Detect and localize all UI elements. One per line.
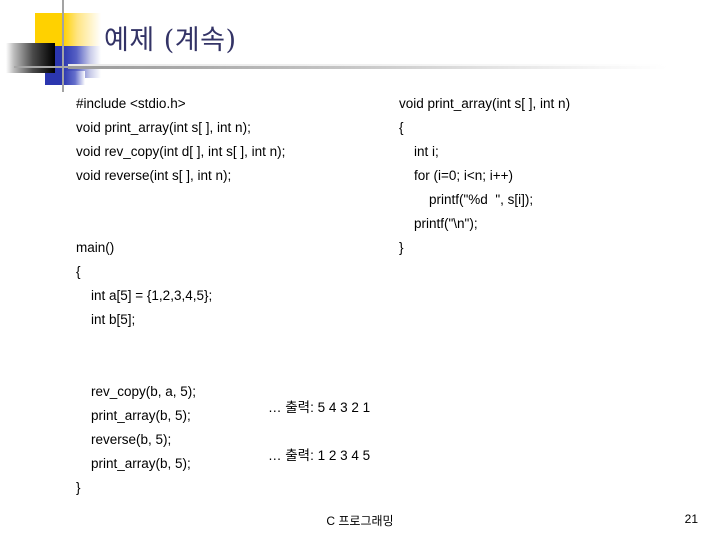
logo-blue-square — [45, 46, 63, 78]
code-right-line: for (i=0; i<n; i++) — [399, 168, 514, 183]
logo-blue-gradient — [63, 46, 101, 78]
code-left-line — [76, 332, 285, 356]
page-number: 21 — [684, 512, 698, 526]
logo-blue-square-lower — [45, 71, 63, 85]
code-left-line: #include <stdio.h> — [76, 96, 186, 111]
code-left-line — [76, 212, 285, 236]
code-left-line: void rev_copy(int d[ ], int s[ ], int n)… — [76, 144, 286, 159]
logo-vertical-rule — [62, 0, 64, 92]
code-right-line: int i; — [399, 144, 439, 159]
code-left-line — [76, 356, 285, 380]
code-right-line: printf("%d ", s[i]); — [399, 192, 534, 207]
code-left-line: reverse(b, 5); — [76, 432, 172, 447]
logo-yellow-square — [35, 13, 63, 46]
code-right-line: void print_array(int s[ ], int n) — [399, 96, 571, 111]
code-left-line: { — [76, 264, 81, 279]
code-left-line: int a[5] = {1,2,3,4,5}; — [76, 288, 213, 303]
code-left-line: print_array(b, 5); — [76, 456, 191, 471]
code-left-line: print_array(b, 5); — [76, 408, 191, 423]
code-right-line: { — [399, 120, 404, 135]
code-left-line — [76, 188, 285, 212]
title-underline — [68, 66, 668, 69]
page-title: 예제 (계속) — [104, 25, 237, 56]
code-left-line: int b[5]; — [76, 312, 136, 327]
code-left-line: void reverse(int s[ ], int n); — [76, 168, 232, 183]
code-left-line: rev_copy(b, a, 5); — [76, 384, 197, 399]
code-block-left: #include <stdio.h> void print_array(int s… — [76, 92, 285, 500]
code-block-right: void print_array(int s[ ], int n) { int i… — [399, 92, 570, 260]
code-left-line: } — [76, 480, 81, 495]
code-right-line: } — [399, 240, 404, 255]
code-left-line: void print_array(int s[ ], int n); — [76, 120, 251, 135]
decorative-logo — [0, 0, 120, 95]
slide-canvas: 예제 (계속) #include <stdio.h> void print_arr… — [0, 0, 720, 540]
output-annotation-second: … 출력: 1 2 3 4 5 — [268, 448, 371, 463]
logo-yellow-gradient — [63, 13, 101, 46]
logo-blue-lower-gradient — [63, 71, 85, 85]
footer-text: C 프로그래밍 — [326, 514, 394, 528]
output-annotation-first: … 출력: 5 4 3 2 1 — [268, 400, 371, 415]
logo-dark-gradient-block — [6, 43, 55, 73]
code-left-line: main() — [76, 240, 115, 255]
code-right-line: printf("\n"); — [399, 216, 478, 231]
